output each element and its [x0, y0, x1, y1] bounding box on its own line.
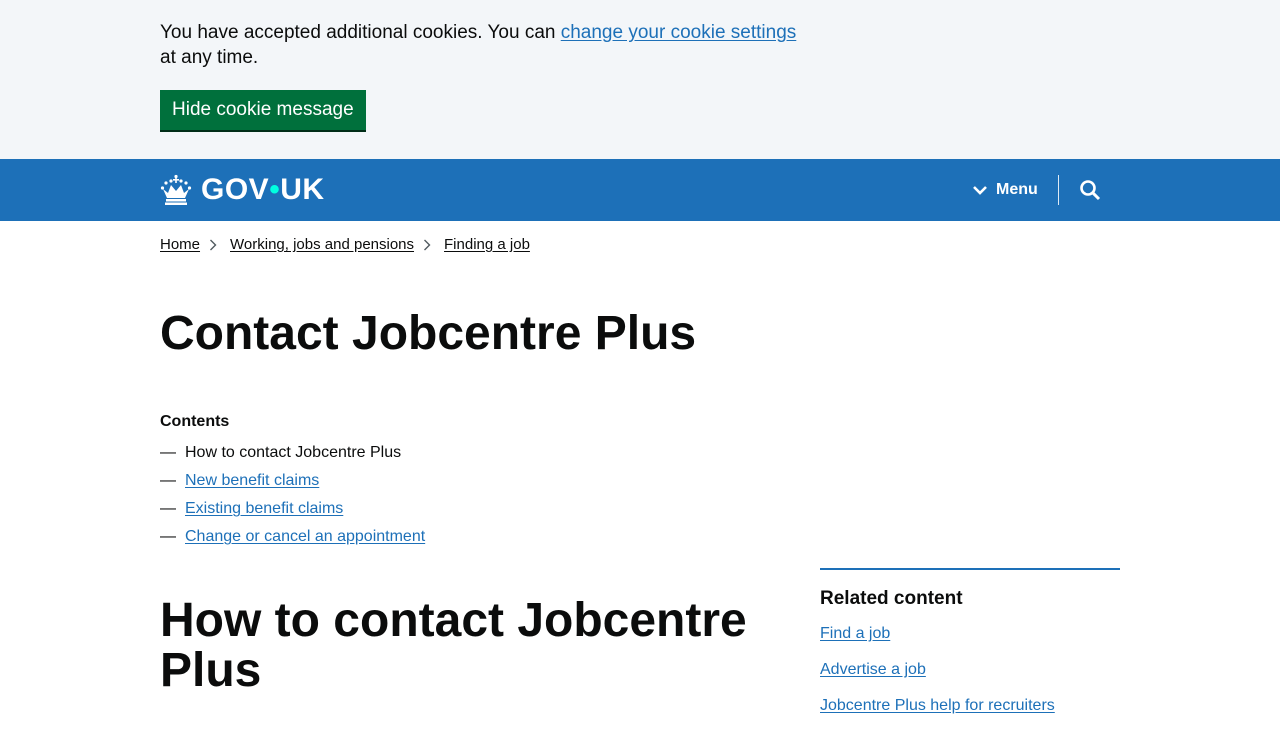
contents-link-new-benefit-claims[interactable]: New benefit claims	[185, 471, 319, 499]
contents-item: — New benefit claims	[160, 471, 425, 499]
search-icon[interactable]	[1078, 178, 1102, 202]
hide-cookie-message-button[interactable]: Hide cookie message	[160, 90, 366, 130]
site-header: GOV•UK Menu	[0, 159, 1280, 221]
cookie-settings-link[interactable]: change your cookie settings	[561, 22, 797, 43]
contents-link-change-appointment[interactable]: Change or cancel an appointment	[185, 527, 425, 555]
breadcrumb-finding-a-job[interactable]: Finding a job	[444, 236, 530, 253]
breadcrumb: Home Working, jobs and pensions Finding …	[160, 236, 530, 253]
cookie-text-after: at any time.	[160, 47, 259, 68]
related-item: Jobcentre Plus help for recruiters	[820, 696, 1120, 732]
related-content: Related content Find a job Advertise a j…	[820, 568, 1120, 732]
contents-dash: —	[160, 500, 176, 517]
contents-link-existing-benefit-claims[interactable]: Existing benefit claims	[185, 499, 343, 527]
logo-dot: •	[269, 173, 281, 206]
section-heading: How to contact Jobcentre Plus	[160, 594, 747, 697]
page-title: Contact Jobcentre Plus	[160, 307, 697, 360]
chevron-right-icon	[210, 239, 217, 250]
logo-text: GOV•UK	[201, 173, 325, 207]
cookie-banner: You have accepted additional cookies. Yo…	[0, 0, 1280, 159]
related-link-find-a-job[interactable]: Find a job	[820, 625, 890, 642]
cookie-message: You have accepted additional cookies. Yo…	[160, 20, 800, 70]
contents-dash: —	[160, 472, 176, 489]
related-item: Advertise a job	[820, 660, 1120, 696]
contents-list: — How to contact Jobcentre Plus — New bene…	[160, 443, 425, 555]
chevron-down-icon	[973, 186, 987, 195]
related-content-title: Related content	[820, 588, 963, 609]
chevron-right-icon	[424, 239, 431, 250]
related-item: Find a job	[820, 624, 1120, 660]
contents-dash: —	[160, 528, 176, 545]
logo-text-uk: UK	[280, 173, 325, 206]
related-links: Find a job Advertise a job Jobcentre Plu…	[820, 624, 1120, 732]
contents-item: — Existing benefit claims	[160, 499, 425, 527]
menu-button[interactable]: Menu	[972, 176, 1038, 204]
menu-label: Menu	[996, 181, 1038, 198]
contents-item: — How to contact Jobcentre Plus	[160, 443, 425, 471]
govuk-logo-link[interactable]: GOV•UK	[160, 172, 325, 208]
contents-heading: Contents	[160, 413, 230, 430]
breadcrumb-working-jobs-pensions[interactable]: Working, jobs and pensions	[230, 236, 414, 253]
contents-item: — Change or cancel an appointment	[160, 527, 425, 555]
header-divider	[1058, 175, 1059, 205]
related-link-advertise-a-job[interactable]: Advertise a job	[820, 661, 926, 678]
contents-item-current: How to contact Jobcentre Plus	[185, 444, 402, 461]
contents-dash: —	[160, 444, 176, 461]
cookie-text-before: You have accepted additional cookies. Yo…	[160, 22, 561, 43]
crown-icon	[160, 174, 192, 205]
related-link-recruiters-help[interactable]: Jobcentre Plus help for recruiters	[820, 697, 1055, 714]
logo-text-gov: GOV	[201, 173, 270, 206]
breadcrumb-home[interactable]: Home	[160, 236, 200, 253]
